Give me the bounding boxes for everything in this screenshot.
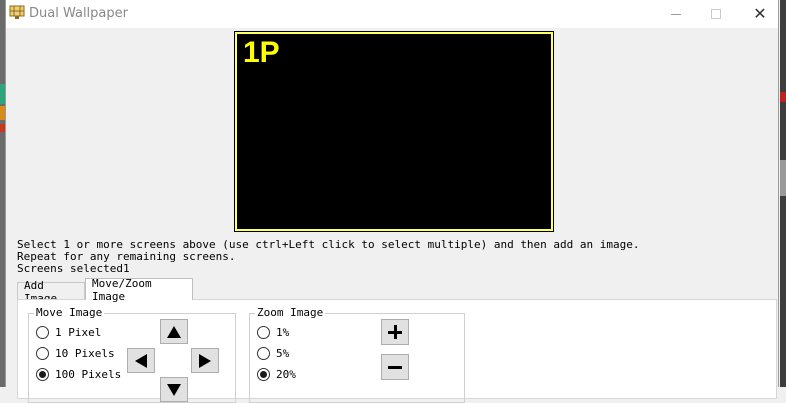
plus-icon: [388, 325, 402, 339]
close-button[interactable]: ✕: [738, 0, 782, 28]
radio-button[interactable]: [36, 347, 49, 360]
radio-zoom-5[interactable]: 5%: [257, 347, 289, 360]
minus-icon: [388, 360, 402, 374]
main-window: Dual Wallpaper ✕ 1P Select 1 or more scr…: [5, 0, 779, 403]
maximize-button[interactable]: [694, 0, 738, 28]
screen-preview-1[interactable]: 1P: [234, 31, 554, 232]
radio-label: 1 Pixel: [55, 326, 102, 339]
move-image-title: Move Image: [34, 306, 105, 319]
close-icon: ✕: [753, 4, 767, 23]
radio-100-pixels[interactable]: 100 Pixels: [36, 368, 121, 381]
arrow-right-icon: [199, 353, 211, 368]
maximize-icon: [711, 9, 721, 19]
zoom-image-group: Zoom Image 1% 5% 20%: [249, 306, 465, 403]
zoom-image-title: Zoom Image: [255, 306, 326, 319]
radio-10-pixels[interactable]: 10 Pixels: [36, 347, 115, 360]
minimize-icon: [671, 13, 681, 15]
radio-button[interactable]: [257, 368, 270, 381]
radio-label: 5%: [276, 347, 290, 360]
minimize-button[interactable]: [654, 0, 698, 28]
zoom-out-button[interactable]: [381, 354, 409, 380]
radio-button[interactable]: [257, 347, 270, 360]
zoom-in-button[interactable]: [381, 319, 409, 345]
radio-label: 100 Pixels: [55, 368, 122, 381]
radio-button[interactable]: [36, 368, 49, 381]
move-down-button[interactable]: [160, 377, 188, 402]
radio-1-pixel[interactable]: 1 Pixel: [36, 326, 101, 339]
move-zoom-panel: Move Image 1 Pixel 10 Pixels 100 Pixels: [17, 299, 777, 403]
radio-label: 1%: [276, 326, 290, 339]
desktop-background-right: [780, 0, 786, 387]
radio-label: 20%: [276, 368, 296, 381]
screen-label: 1P: [243, 36, 280, 69]
move-up-button[interactable]: [160, 319, 188, 344]
arrow-up-icon: [167, 325, 181, 338]
move-image-group: Move Image 1 Pixel 10 Pixels 100 Pixels: [28, 306, 236, 403]
arrow-down-icon: [167, 383, 181, 396]
screens-selected-text: Screens selected1: [17, 262, 130, 275]
window-title: Dual Wallpaper: [29, 6, 128, 21]
title-bar: Dual Wallpaper ✕: [6, 0, 778, 28]
arrow-left-icon: [135, 353, 147, 368]
tab-move-zoom-image[interactable]: Move/Zoom Image: [85, 277, 193, 303]
radio-button[interactable]: [257, 326, 270, 339]
radio-button[interactable]: [36, 326, 49, 339]
radio-label: 10 Pixels: [55, 347, 115, 360]
radio-zoom-20[interactable]: 20%: [257, 368, 296, 381]
radio-zoom-1[interactable]: 1%: [257, 326, 289, 339]
app-icon: [9, 5, 25, 19]
move-left-button[interactable]: [127, 348, 155, 373]
move-right-button[interactable]: [191, 348, 219, 373]
